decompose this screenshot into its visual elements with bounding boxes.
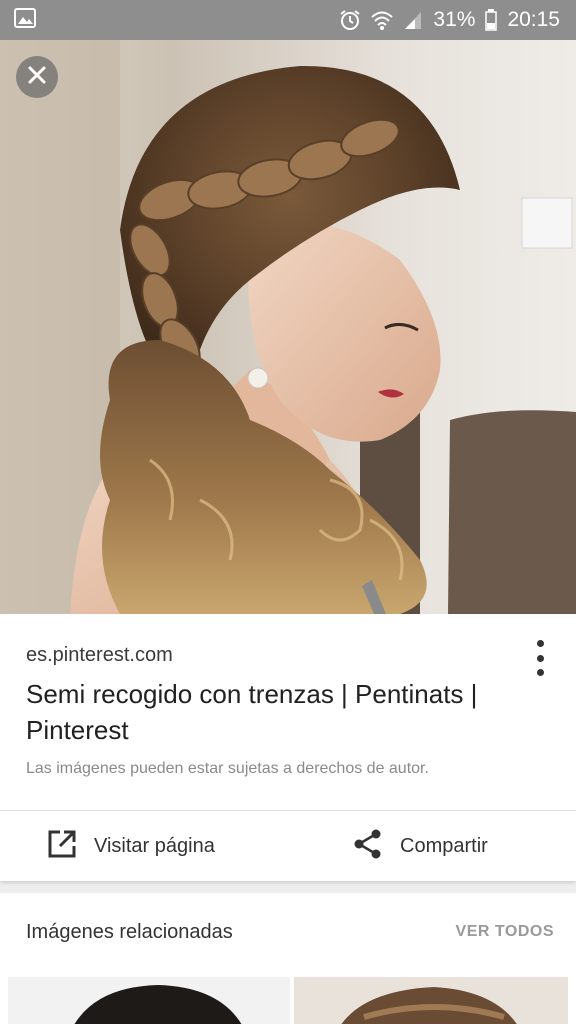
- share-label: Compartir: [400, 834, 488, 857]
- see-all-button[interactable]: VER TODOS: [456, 923, 554, 941]
- alarm-icon: [339, 9, 361, 31]
- more-vert-icon: [536, 640, 544, 647]
- battery-percent: 31%: [433, 8, 476, 31]
- signal-icon: [403, 10, 423, 30]
- related-image-thumbnail[interactable]: [8, 977, 290, 1024]
- clock: 20:15: [507, 8, 560, 31]
- result-info-card: es.pinterest.com Semi recogido con trenz…: [0, 614, 576, 810]
- related-images-title: Imágenes relacionadas: [26, 921, 233, 943]
- result-image[interactable]: [0, 40, 576, 614]
- source-domain[interactable]: es.pinterest.com: [26, 644, 173, 667]
- visit-page-button[interactable]: Visitar página: [46, 811, 215, 881]
- open-in-new-icon: [46, 828, 78, 865]
- more-options-button[interactable]: [530, 640, 550, 676]
- action-row: Visitar página Compartir: [0, 810, 576, 881]
- related-image-thumbnail[interactable]: [294, 977, 568, 1024]
- result-title[interactable]: Semi recogido con trenzas | Pentinats | …: [26, 676, 526, 748]
- close-icon: [27, 65, 47, 90]
- copyright-notice: Las imágenes pueden estar sujetas a dere…: [26, 760, 429, 777]
- visit-page-label: Visitar página: [94, 834, 215, 857]
- close-button[interactable]: [16, 56, 58, 98]
- share-icon: [352, 828, 384, 865]
- gallery-notification-icon: [14, 7, 36, 33]
- status-bar: 31% 20:15: [0, 0, 576, 40]
- battery-icon: [485, 9, 498, 31]
- related-images-section: Imágenes relacionadas VER TODOS: [0, 893, 576, 1024]
- wifi-icon: [371, 10, 394, 30]
- share-button[interactable]: Compartir: [352, 811, 488, 881]
